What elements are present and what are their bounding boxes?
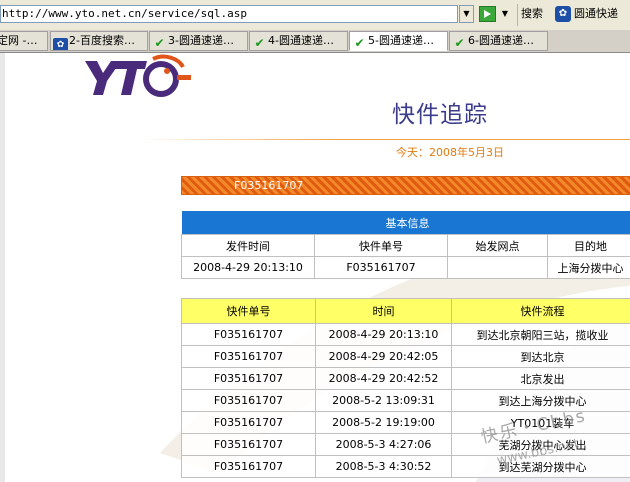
tracking-number-cell: F035161707 [314,256,448,279]
today-date: 今天：2008年5月3日 [396,146,504,159]
column-header: 始发网点 [447,234,548,257]
search-engine-selector[interactable]: 圆通快递 [574,6,630,22]
tab-label: 3-圆通速递… [168,34,234,47]
tab-5-active[interactable]: ✔ 5-圆通速递… [349,31,448,51]
baidu-paw-icon[interactable]: ✿ [555,6,571,22]
web-page: 快件追踪 今天：2008年5月3日 F035161707 基本信息 发件时间 快… [0,53,630,482]
status-cell: 到达北京朝阳三站，揽收业 [451,323,630,346]
address-toolbar: http://www.yto.net.cn/service/sql.asp ▼ … [0,0,630,31]
tracking-number-bar: F035161707 [181,176,630,195]
title-divider [140,139,630,140]
destination-cell: 上海分拨中心 [547,256,630,279]
tab-2[interactable]: ✿ 2-百度搜索… [50,31,148,51]
time-cell: 2008-5-3 4:30:52 [315,455,452,478]
time-cell: 2008-5-2 19:19:00 [315,411,452,434]
column-header: 快件流程 [451,298,630,324]
address-dropdown-button[interactable]: ▼ [459,5,474,23]
time-cell: 2008-4-29 20:42:05 [315,345,452,368]
go-dropdown-icon[interactable]: ▼ [499,7,511,21]
table-row: F035161707 2008-4-29 20:42:05 到达北京 [181,345,630,368]
check-icon: ✔ [454,36,465,50]
tracking-number-cell: F035161707 [181,411,316,434]
go-button[interactable] [479,6,496,22]
tracking-number-cell: F035161707 [181,455,316,478]
tracking-number-cell: F035161707 [181,367,316,390]
tab-4[interactable]: ✔ 4-圆通速递… [249,31,348,51]
column-header: 发件时间 [181,234,315,257]
tab-3[interactable]: ✔ 3-圆通速递… [149,31,248,51]
tracking-number-cell: F035161707 [181,433,316,456]
origin-cell [447,256,548,279]
address-input[interactable]: http://www.yto.net.cn/service/sql.asp [0,5,458,23]
page-title: 快件追踪 [392,102,488,128]
yto-logo [85,54,191,97]
toolbar-separator [517,4,518,26]
check-icon: ✔ [354,36,365,50]
table-row: F035161707 2008-4-29 20:42:52 北京发出 [181,367,630,390]
tab-label: 5-圆通速递… [368,34,434,47]
search-button[interactable]: 搜索 [521,6,551,22]
basic-info-header: 基本信息 [181,211,630,235]
tracking-number-cell: F035161707 [181,345,316,368]
time-cell: 2008-5-2 13:09:31 [315,389,452,412]
check-icon: ✔ [154,36,165,50]
table-row: F035161707 2008-5-2 13:09:31 到达上海分拨中心 [181,389,630,412]
tracking-number: F035161707 [234,179,304,192]
column-header: 快件单号 [181,298,316,324]
time-cell: 2008-4-29 20:13:10 [315,323,452,346]
tab-label: 6-圆通速递… [468,34,534,47]
status-cell: 北京发出 [451,367,630,390]
tab-bar: 定网 -… ✿ 2-百度搜索… ✔ 3-圆通速递… ✔ 4-圆通速递… ✔ 5-圆通速递… [0,30,630,53]
basic-info-table: 基本信息 发件时间 快件单号 始发网点 目的地 2008-4-29 20:13:… [181,211,630,279]
tab-1[interactable]: 定网 -… [0,31,48,51]
check-icon: ✔ [254,36,265,50]
send-time: 2008-4-29 20:13:10 [181,256,315,279]
status-cell: 到达北京 [451,345,630,368]
baidu-paw-icon: ✿ [53,38,68,50]
table-row: 2008-4-29 20:13:10 F035161707 上海分拨中心 [181,256,630,279]
tracking-number-cell: F035161707 [181,389,316,412]
tab-label: 4-圆通速递… [268,34,334,47]
tab-6[interactable]: ✔ 6-圆通速递… [449,31,548,51]
time-cell: 2008-5-3 4:27:06 [315,433,452,456]
tab-label: 2-百度搜索… [69,34,135,47]
column-header: 时间 [315,298,452,324]
time-cell: 2008-4-29 20:42:52 [315,367,452,390]
tracking-number-cell: F035161707 [181,323,316,346]
table-row: F035161707 2008-4-29 20:13:10 到达北京朝阳三站，揽收业 [181,323,630,346]
column-header: 快件单号 [314,234,448,257]
tab-label: 定网 -… [0,34,38,47]
page-left-edge [0,53,5,482]
column-header: 目的地 [547,234,630,257]
